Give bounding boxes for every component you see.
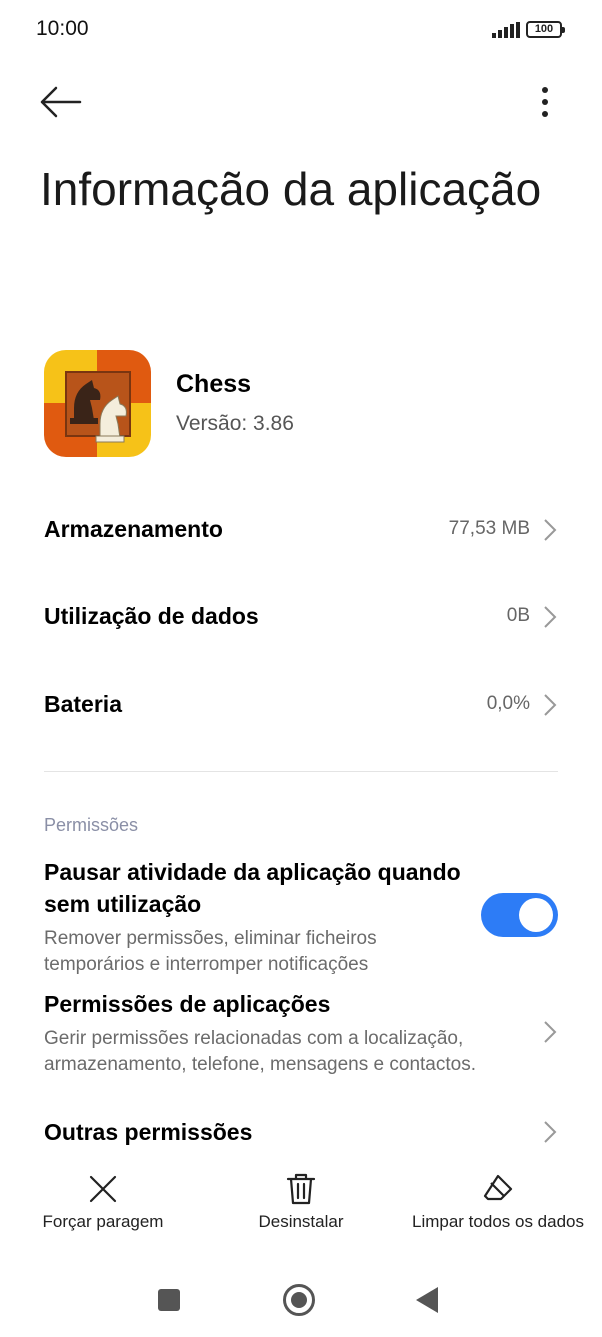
status-bar: 10:00 100 xyxy=(0,0,602,60)
home-icon-inner xyxy=(291,1292,307,1308)
chevron-right-icon xyxy=(544,519,557,541)
eraser-icon xyxy=(483,1174,513,1201)
app-permissions-title: Permissões de aplicações xyxy=(44,991,331,1017)
data-usage-label: Utilização de dados xyxy=(44,603,259,629)
uninstall-label: Desinstalar xyxy=(258,1212,344,1231)
battery-value: 0,0% xyxy=(486,693,530,714)
signal-icon xyxy=(492,22,520,38)
other-permissions-title: Outras permissões xyxy=(44,1119,253,1145)
storage-value: 77,53 MB xyxy=(448,518,530,539)
battery-level: 100 xyxy=(534,23,554,35)
toggle-knob xyxy=(519,898,553,932)
battery-row[interactable]: Bateria 0,0% xyxy=(44,675,558,735)
data-usage-value: 0B xyxy=(506,605,530,626)
home-icon[interactable] xyxy=(283,1284,315,1316)
chess-app-icon xyxy=(44,350,151,457)
chevron-right-icon xyxy=(544,1121,557,1143)
app-permissions-description: Gerir permissões relacionadas com a loca… xyxy=(44,1028,476,1075)
pause-activity-description: Remover permissões, eliminar ficheiros t… xyxy=(44,928,377,975)
uninstall-button[interactable]: Desinstalar xyxy=(240,1172,362,1242)
chevron-right-icon xyxy=(544,1021,557,1043)
status-time: 10:00 xyxy=(36,17,89,40)
pause-activity-title: Pausar atividade da aplicação quando sem… xyxy=(44,859,461,917)
data-usage-row[interactable]: Utilização de dados 0B xyxy=(44,587,558,647)
clear-data-label: Limpar todos os dados xyxy=(412,1212,584,1231)
clear-data-button[interactable]: Limpar todos os dados xyxy=(406,1172,590,1242)
battery-tip xyxy=(562,27,565,33)
battery-label: Bateria xyxy=(44,691,122,717)
nav-back-icon[interactable] xyxy=(416,1287,438,1313)
back-arrow-icon[interactable] xyxy=(38,82,84,122)
trash-icon xyxy=(286,1173,316,1205)
force-stop-button[interactable]: Forçar paragem xyxy=(30,1172,176,1242)
page-title: Informação da aplicação xyxy=(40,163,542,215)
divider xyxy=(44,771,558,772)
more-options-icon[interactable] xyxy=(528,82,562,122)
chevron-right-icon xyxy=(544,694,557,716)
storage-label: Armazenamento xyxy=(44,516,223,542)
app-name: Chess xyxy=(176,370,252,398)
battery-icon: 100 xyxy=(526,21,565,38)
close-icon xyxy=(89,1175,117,1203)
recents-icon[interactable] xyxy=(158,1289,180,1311)
force-stop-label: Forçar paragem xyxy=(42,1212,164,1231)
pause-activity-toggle[interactable] xyxy=(481,893,558,937)
app-version: Versão: 3.86 xyxy=(176,412,294,435)
storage-row[interactable]: Armazenamento 77,53 MB xyxy=(44,500,558,560)
navigation-bar xyxy=(0,1260,602,1337)
permissions-section-header: Permissões xyxy=(44,815,139,835)
chevron-right-icon xyxy=(544,606,557,628)
